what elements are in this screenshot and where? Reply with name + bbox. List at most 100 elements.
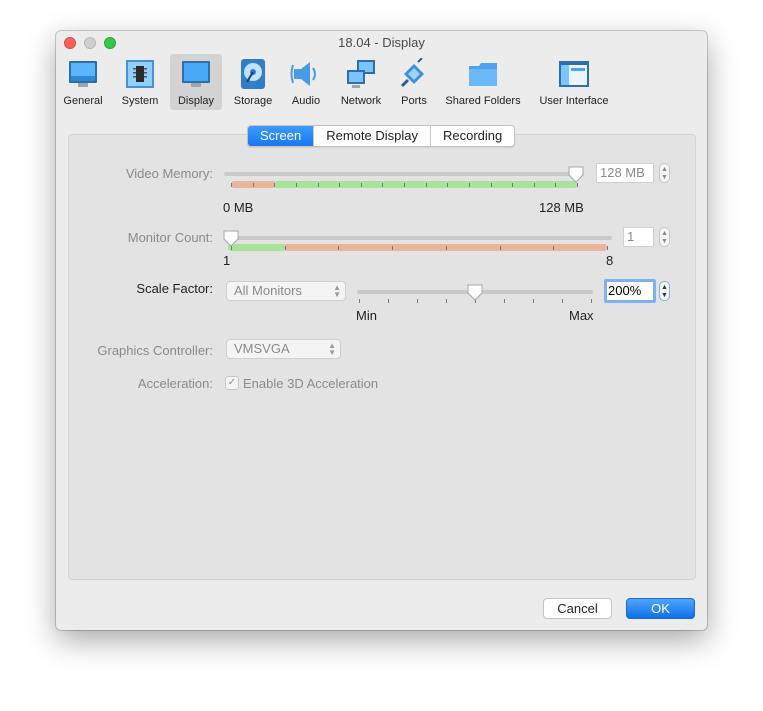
slider-tick: [553, 246, 555, 250]
slider-tick: [591, 299, 592, 303]
slider-tick: [445, 246, 447, 250]
speaker-icon: [290, 62, 316, 86]
toolbar-label: Storage: [233, 95, 273, 107]
slider-tick: [231, 183, 232, 187]
slider-tick: [382, 183, 384, 187]
slider-tick: [392, 246, 394, 250]
slider-tick: [317, 183, 319, 187]
ok-button[interactable]: OK: [626, 598, 695, 619]
slider-tick: [490, 183, 492, 187]
display-tabs: Screen Remote Display Recording: [247, 125, 516, 147]
monitor-count-slider-thumb[interactable]: [222, 229, 240, 247]
toolbar-label: Shared Folders: [445, 95, 521, 107]
slider-tick: [512, 183, 514, 187]
slider-tick: [533, 299, 534, 303]
cancel-button[interactable]: Cancel: [543, 598, 612, 619]
video-memory-max-label: 128 MB: [539, 200, 584, 215]
toolbar-label: Audio: [291, 95, 321, 107]
settings-toolbar: General System Display Storage Audio Net…: [56, 53, 707, 111]
toolbar-item-shared-folders[interactable]: Shared Folders: [444, 54, 522, 110]
acceleration-label: Acceleration:: [137, 376, 213, 391]
slider-tick: [562, 299, 563, 303]
toolbar-item-network[interactable]: Network: [336, 54, 386, 110]
slider-tick: [504, 299, 505, 303]
toolbar-label: System: [121, 95, 159, 107]
scale-factor-stepper[interactable]: ▲ ▼: [659, 281, 670, 301]
slider-tick: [555, 183, 557, 187]
ui-window-icon: [559, 61, 589, 87]
slider-tick: [284, 246, 286, 250]
chip-icon: [126, 60, 154, 88]
toolbar-item-general[interactable]: General: [60, 54, 106, 110]
folder-icon: [469, 63, 497, 86]
graphics-controller-value: VMSVGA: [234, 341, 290, 356]
slider-tick: [607, 246, 608, 250]
toolbar-item-display[interactable]: Display: [170, 54, 222, 110]
title-bar: 18.04 - Display: [56, 31, 707, 53]
tab-remote-display[interactable]: Remote Display: [313, 126, 430, 146]
scale-factor-label: Scale Factor:: [136, 281, 213, 296]
toolbar-label: General: [63, 95, 103, 107]
video-memory-slider-thumb[interactable]: [567, 165, 585, 183]
video-memory-track: [224, 172, 584, 176]
tab-recording[interactable]: Recording: [429, 126, 514, 146]
slider-tick: [468, 183, 470, 187]
general-monitor-icon: [69, 61, 97, 87]
slider-tick: [295, 183, 297, 187]
video-memory-min-label: 0 MB: [223, 200, 254, 215]
window-title: 18.04 - Display: [338, 35, 425, 50]
display-monitor-icon: [182, 61, 210, 87]
video-memory-stepper[interactable]: ▲ ▼: [659, 163, 670, 183]
monitor-count-track: [224, 236, 612, 240]
toolbar-label: User Interface: [539, 95, 609, 107]
slider-tick: [360, 183, 362, 187]
slider-tick: [425, 183, 427, 187]
scale-factor-slider-thumb[interactable]: [466, 283, 484, 301]
slider-tick: [404, 183, 405, 187]
disk-icon: [241, 59, 265, 89]
slider-tick: [446, 299, 447, 303]
graphics-controller-label: Graphics Controller:: [97, 343, 213, 358]
toolbar-label: Network: [340, 95, 382, 107]
popup-arrows-icon: ▲ ▼: [333, 283, 341, 299]
slider-tick: [577, 183, 578, 187]
toolbar-item-audio[interactable]: Audio: [286, 54, 326, 110]
scale-factor-field[interactable]: 200%: [604, 279, 656, 303]
toolbar-item-system[interactable]: System: [116, 54, 164, 110]
slider-tick: [339, 183, 341, 187]
scale-monitor-select-value: All Monitors: [234, 283, 302, 298]
toolbar-item-user-interface[interactable]: User Interface: [536, 54, 612, 110]
scale-factor-min-label: Min: [356, 308, 377, 323]
video-memory-label: Video Memory:: [125, 166, 213, 181]
slider-tick: [252, 183, 254, 187]
slider-tick: [274, 183, 276, 187]
popup-arrows-icon: ▲ ▼: [328, 341, 336, 357]
toolbar-item-storage[interactable]: Storage: [228, 54, 278, 110]
toolbar-label: Ports: [401, 95, 427, 107]
slider-tick: [417, 299, 418, 303]
slider-tick: [338, 246, 340, 250]
scale-factor-max-label: Max: [569, 308, 594, 323]
slider-tick: [499, 246, 501, 250]
monitor-count-field[interactable]: 1: [623, 227, 654, 247]
enable-3d-label: Enable 3D Acceleration: [243, 376, 379, 391]
port-plug-icon: [400, 58, 424, 88]
monitor-count-stepper[interactable]: ▲ ▼: [659, 227, 670, 247]
video-memory-field[interactable]: 128 MB: [596, 163, 654, 183]
settings-window: 18.04 - Display General System Display S…: [56, 31, 707, 630]
graphics-controller-select[interactable]: VMSVGA ▲ ▼: [226, 339, 341, 359]
network-icon: [347, 60, 375, 88]
toolbar-item-ports[interactable]: Ports: [392, 54, 436, 110]
monitor-count-min-label: 1: [223, 253, 231, 268]
slider-tick: [447, 183, 449, 187]
enable-3d-checkbox[interactable]: ✓: [225, 376, 239, 390]
slider-tick: [533, 183, 535, 187]
tab-screen[interactable]: Screen: [248, 126, 314, 146]
slider-tick: [359, 299, 360, 303]
toolbar-label: Display: [177, 95, 215, 107]
scale-monitor-select[interactable]: All Monitors ▲ ▼: [226, 281, 346, 301]
slider-tick: [388, 299, 389, 303]
monitor-count-label: Monitor Count:: [127, 230, 213, 245]
monitor-count-max-label: 8: [606, 253, 614, 268]
checkmark-icon: ✓: [227, 377, 237, 388]
